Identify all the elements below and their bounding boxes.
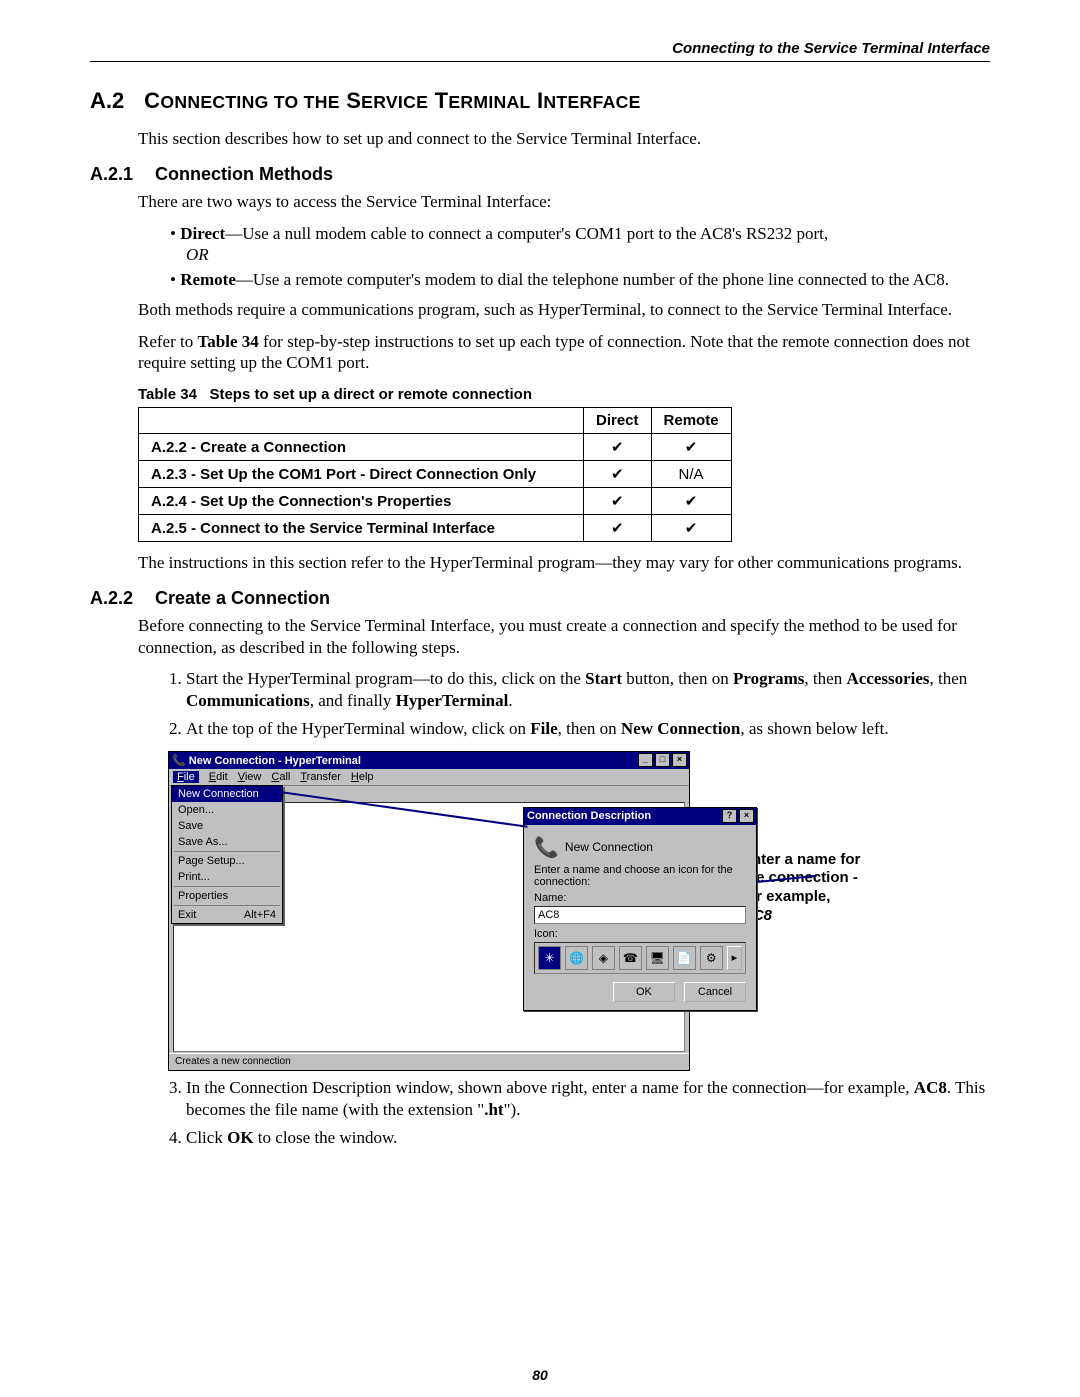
table-row: A.2.5 - Connect to the Service Terminal … xyxy=(139,515,732,542)
th-direct: Direct xyxy=(584,408,652,434)
conn-icon[interactable]: ✳ xyxy=(538,946,561,970)
heading-a2-number: A.2 xyxy=(90,88,138,114)
annotation: Enter a name for the connection - for ex… xyxy=(742,851,922,926)
heading-a2: A.2 CONNECTING TO THE SERVICE TERMINAL I… xyxy=(90,88,990,114)
heading-a22-number: A.2.2 xyxy=(90,588,150,609)
ht-titlebar: 📞 New Connection - HyperTerminal _ □ × xyxy=(169,752,689,769)
table34-after: The instructions in this section refer t… xyxy=(138,552,990,574)
menuitem-page-setup[interactable]: Page Setup... xyxy=(172,853,282,869)
a21-p3: Refer to Table 34 for step-by-step instr… xyxy=(138,331,990,375)
menu-call[interactable]: Call xyxy=(271,771,290,783)
close-icon[interactable]: × xyxy=(672,753,687,767)
step-4: Click OK to close the window. xyxy=(186,1127,990,1149)
cd-heading: New Connection xyxy=(565,840,653,854)
file-menu-dropdown: New Connection Open... Save Save As... P… xyxy=(171,785,283,924)
bullet-direct: Direct—Use a null modem cable to connect… xyxy=(170,223,990,267)
connection-description-dialog: Connection Description ? × 📞 New Connect… xyxy=(523,807,757,1011)
running-header: Connecting to the Service Terminal Inter… xyxy=(90,40,990,62)
menuitem-properties[interactable]: Properties xyxy=(172,888,282,904)
menu-transfer[interactable]: Transfer xyxy=(300,771,341,783)
menuitem-open[interactable]: Open... xyxy=(172,802,282,818)
ht-menubar: File Edit View Call Transfer Help xyxy=(169,769,689,786)
table-row: A.2.2 - Create a Connection ✔ ✔ xyxy=(139,434,732,461)
menu-file[interactable]: File xyxy=(173,771,199,783)
menu-help[interactable]: Help xyxy=(351,771,374,783)
heading-a22: A.2.2 Create a Connection xyxy=(90,588,990,609)
conn-icon[interactable]: 🌐 xyxy=(565,946,588,970)
cd-title-text: Connection Description xyxy=(527,810,651,822)
maximize-icon[interactable]: □ xyxy=(655,753,670,767)
step-1: Start the HyperTerminal program—to do th… xyxy=(186,668,990,712)
a21-bullets: Direct—Use a null modem cable to connect… xyxy=(170,223,990,291)
ht-title-text: 📞 New Connection - HyperTerminal xyxy=(172,754,361,767)
telephone-icon: 📞 xyxy=(534,835,559,860)
table34-caption: Table 34 Steps to set up a direct or rem… xyxy=(138,386,990,403)
a21-p1: There are two ways to access the Service… xyxy=(138,191,990,213)
table-row: A.2.3 - Set Up the COM1 Port - Direct Co… xyxy=(139,461,732,488)
cd-titlebar: Connection Description ? × xyxy=(524,808,756,825)
th-remote: Remote xyxy=(651,408,731,434)
bullet-remote-text: —Use a remote computer's modem to dial t… xyxy=(236,270,949,289)
step-3: In the Connection Description window, sh… xyxy=(186,1077,990,1121)
screenshot-row: 📞 New Connection - HyperTerminal _ □ × F… xyxy=(168,751,990,1069)
menuitem-exit[interactable]: ExitAlt+F4 xyxy=(172,907,282,923)
minimize-icon[interactable]: _ xyxy=(638,753,653,767)
ht-statusbar: Creates a new connection xyxy=(169,1053,689,1070)
connection-name-input[interactable] xyxy=(534,906,746,924)
cd-prompt: Enter a name and choose an icon for the … xyxy=(534,864,746,888)
heading-a22-title: Create a Connection xyxy=(155,588,330,608)
menuitem-save-as[interactable]: Save As... xyxy=(172,834,282,850)
step-2: At the top of the HyperTerminal window, … xyxy=(186,718,990,740)
ok-button[interactable]: OK xyxy=(613,982,675,1002)
help-icon[interactable]: ? xyxy=(722,809,737,823)
heading-a21-number: A.2.1 xyxy=(90,164,150,185)
scroll-right-icon[interactable]: ▸ xyxy=(727,946,742,970)
heading-a21: A.2.1 Connection Methods xyxy=(90,164,990,185)
a22-steps-cont: In the Connection Description window, sh… xyxy=(158,1077,990,1149)
conn-icon[interactable]: ⚙ xyxy=(700,946,723,970)
conn-icon[interactable]: ◈ xyxy=(592,946,615,970)
menuitem-new-connection[interactable]: New Connection xyxy=(172,786,282,802)
heading-a21-title: Connection Methods xyxy=(155,164,333,184)
bullet-remote-label: Remote xyxy=(180,270,236,289)
conn-icon[interactable]: 🖥 xyxy=(646,946,669,970)
a22-intro: Before connecting to the Service Termina… xyxy=(138,615,990,659)
conn-icon[interactable]: 📄 xyxy=(673,946,696,970)
conn-icon[interactable]: ☎ xyxy=(619,946,642,970)
heading-a2-title: CONNECTING TO THE SERVICE TERMINAL INTER… xyxy=(144,88,641,113)
menuitem-save[interactable]: Save xyxy=(172,818,282,834)
icon-picker[interactable]: ✳ 🌐 ◈ ☎ 🖥 📄 ⚙ ▸ xyxy=(534,942,746,974)
cancel-button[interactable]: Cancel xyxy=(684,982,746,1002)
close-icon[interactable]: × xyxy=(739,809,754,823)
table-row: A.2.4 - Set Up the Connection's Properti… xyxy=(139,488,732,515)
a22-steps: Start the HyperTerminal program—to do th… xyxy=(158,668,990,740)
page-number: 80 xyxy=(0,1367,1080,1383)
bullet-direct-label: Direct xyxy=(180,224,225,243)
menuitem-print[interactable]: Print... xyxy=(172,869,282,885)
bullet-direct-or: OR xyxy=(186,245,209,264)
bullet-direct-text: —Use a null modem cable to connect a com… xyxy=(225,224,828,243)
name-label: Name: xyxy=(534,892,746,904)
icon-label: Icon: xyxy=(534,928,746,940)
menu-edit[interactable]: Edit xyxy=(209,771,228,783)
table34: Direct Remote A.2.2 - Create a Connectio… xyxy=(138,407,732,542)
a21-p2: Both methods require a communications pr… xyxy=(138,299,990,321)
menu-view[interactable]: View xyxy=(238,771,262,783)
bullet-remote: Remote—Use a remote computer's modem to … xyxy=(170,269,990,291)
a2-intro: This section describes how to set up and… xyxy=(138,128,990,150)
